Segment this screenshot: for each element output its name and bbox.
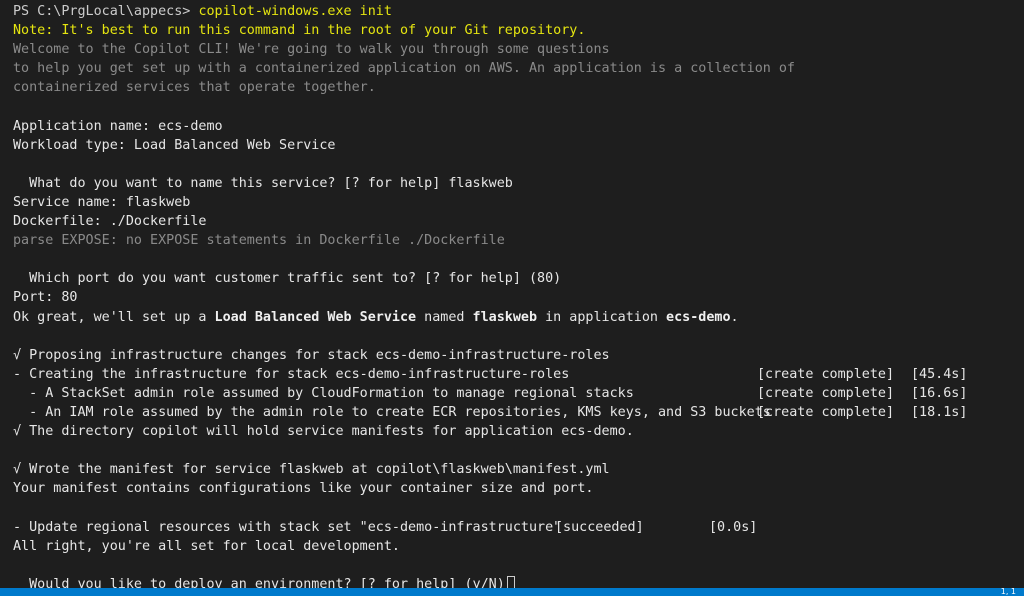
welcome-line: Welcome to the Copilot CLI! We're going … — [13, 42, 610, 58]
update-row-text: - Update regional resources with stack s… — [13, 519, 562, 535]
ok-great-line: Ok great, we'll set up a Load Balanced W… — [0, 308, 1024, 327]
update-row-time: [0.0s] — [709, 519, 758, 535]
ok-text: named — [416, 309, 473, 325]
workload-type: Workload type: Load Balanced Web Service — [13, 137, 336, 153]
ok-workload-bold: Load Balanced Web Service — [214, 309, 417, 325]
update-row: - Update regional resources with stack s… — [0, 518, 1024, 537]
stack-row-text: - Creating the infrastructure for stack … — [13, 366, 570, 382]
welcome-line: containerized services that operate toge… — [13, 80, 376, 96]
welcome-line: to help you get set up with a containeri… — [13, 61, 795, 77]
stack-row-text: - An IAM role assumed by the admin role … — [13, 404, 771, 420]
status-bar: 1, 1 — [0, 588, 1024, 596]
stack-row-status: [create complete] — [757, 366, 895, 382]
stack-row: - An IAM role assumed by the admin role … — [0, 403, 1024, 422]
stack-row-time: [45.4s] — [911, 366, 968, 382]
manifest-note: Your manifest contains configurations li… — [13, 481, 594, 497]
application-name: Application name: ecs-demo — [13, 118, 223, 134]
status-bar-position[interactable]: 1, 1 — [1001, 588, 1016, 596]
question-service-name: What do you want to name this service? [… — [13, 175, 513, 191]
port-value: Port: 80 — [13, 290, 78, 306]
prompt-prefix: PS C:\PrgLocal\appecs> — [13, 4, 199, 19]
question-port: Which port do you want customer traffic … — [13, 271, 562, 287]
ok-text: in application — [537, 309, 667, 325]
ok-service-bold: flaskweb — [472, 309, 538, 325]
update-row-status: [succeeded] — [555, 519, 644, 535]
stack-row-text: - A StackSet admin role assumed by Cloud… — [13, 385, 634, 401]
stack-row-time: [18.1s] — [911, 404, 968, 420]
parse-expose-warning: parse EXPOSE: no EXPOSE statements in Do… — [13, 233, 505, 249]
prompt-line: PS C:\PrgLocal\appecs> copilot-windows.e… — [0, 2, 1024, 21]
service-name: Service name: flaskweb — [13, 194, 191, 210]
stack-row: - Creating the infrastructure for stack … — [0, 365, 1024, 384]
prompt-command: copilot-windows.exe init — [198, 4, 392, 19]
git-note: Note: It's best to run this command in t… — [13, 23, 586, 39]
ok-text: Ok great, we'll set up a — [13, 309, 215, 325]
ok-app-bold: ecs-demo — [666, 309, 731, 325]
stack-row-status: [create complete] — [757, 385, 895, 401]
proposing-line: √ Proposing infrastructure changes for s… — [13, 347, 610, 363]
ok-text: . — [730, 309, 739, 325]
dockerfile-path: Dockerfile: ./Dockerfile — [13, 214, 207, 230]
wrote-manifest-line: √ Wrote the manifest for service flaskwe… — [13, 462, 610, 478]
stack-row-status: [create complete] — [757, 404, 895, 420]
directory-line: √ The directory copilot will hold servic… — [13, 424, 634, 440]
stack-row: - A StackSet admin role assumed by Cloud… — [0, 384, 1024, 403]
all-right-line: All right, you're all set for local deve… — [13, 538, 400, 554]
stack-row-time: [16.6s] — [911, 385, 968, 401]
terminal-window[interactable]: PS C:\PrgLocal\appecs> copilot-windows.e… — [0, 0, 1024, 596]
